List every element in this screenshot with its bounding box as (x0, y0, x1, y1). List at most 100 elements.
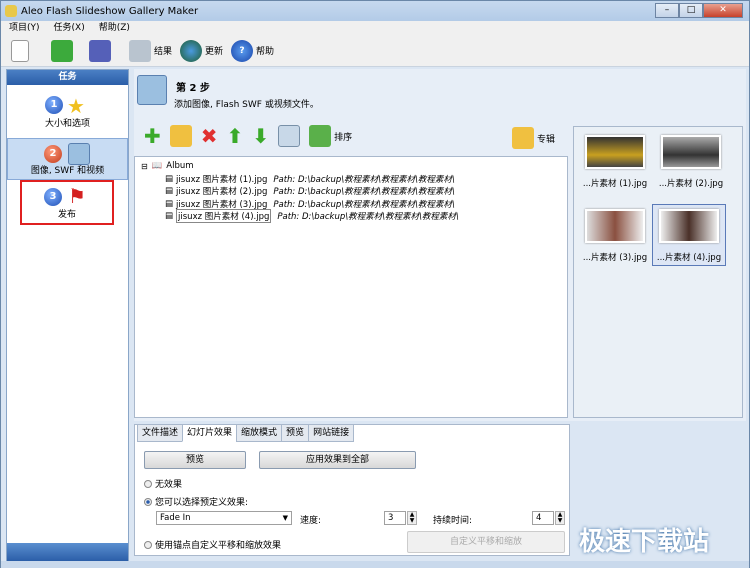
globe-icon (180, 39, 203, 62)
thumbnail[interactable]: ...片素材 (1).jpg (578, 135, 652, 189)
speed-input[interactable]: 3 (384, 511, 406, 525)
file-path: Path: D:\backup\教程素材\教程素材\教程素材\ (277, 212, 459, 223)
tree-item[interactable]: ▤ jisuxz 图片素材 (2).jpg Path: D:\backup\教程素材… (141, 185, 561, 198)
app-icon (5, 5, 17, 17)
tab-slide-effects[interactable]: 幻灯片效果 (182, 424, 238, 442)
duration-input[interactable]: 4 (532, 511, 554, 525)
open-icon[interactable] (51, 39, 73, 62)
step-description: 添加图像, Flash SWF 或视频文件。 (174, 100, 319, 110)
file-path: Path: D:\backup\教程素材\教程素材\教程素材\ (273, 199, 455, 210)
main-panel: 第 2 步 添加图像, Flash SWF 或视频文件。 ✚ ✖ ⬆ ⬇ 排序 … (134, 69, 746, 421)
thumbnail-panel: ...片素材 (1).jpg ...片素材 (2).jpg ...片素材 (3)… (573, 126, 743, 418)
tree-item[interactable]: ▤ jisuxz 图片素材 (1).jpg Path: D:\backup\教程素材… (141, 173, 561, 186)
effects-panel: 文件描述 幻灯片效果 缩放模式 预览 网站链接 预览 应用效果到全部 无效果 您… (134, 424, 570, 556)
album-icon: 📖 (151, 161, 163, 172)
move-up-icon[interactable]: ⬆ (227, 124, 244, 148)
tree-root[interactable]: ⊟ 📖 Album (141, 160, 561, 173)
tree-item[interactable]: ▤ jisuxz 图片素材 (4).jpg Path: D:\backup\教程素材… (141, 209, 561, 224)
tree-item[interactable]: ▤ jisuxz 图片素材 (3).jpg Path: D:\backup\教程素材… (141, 198, 561, 211)
menu-project[interactable]: 项目(Y) (9, 21, 40, 35)
maximize-button[interactable]: □ (679, 3, 703, 18)
file-name: jisuxz 图片素材 (3).jpg (176, 199, 268, 210)
thumbnail-selected[interactable]: ...片素材 (4).jpg (652, 204, 726, 266)
thumbnail-label: ...片素材 (2).jpg (658, 179, 724, 189)
step-title: 第 2 步 (176, 83, 210, 94)
thumbnail-image (661, 135, 721, 169)
predefined-effect-radio[interactable]: 您可以选择预定义效果: (144, 495, 248, 508)
menu-help[interactable]: 帮助(Z) (99, 21, 130, 35)
watermark: 极速下载站 (579, 527, 710, 557)
sort-button[interactable]: 排序 (309, 125, 352, 147)
tab-web-link[interactable]: 网站链接 (308, 424, 355, 442)
task-images[interactable]: 2 图像, SWF 和视频 (7, 138, 128, 180)
preview-button[interactable]: 预览 (144, 451, 246, 469)
move-down-icon[interactable]: ⬇ (252, 124, 269, 148)
thumbnail[interactable]: ...片素材 (3).jpg (578, 209, 652, 263)
thumbnail-image (585, 209, 645, 243)
file-icon: ▤ (165, 211, 174, 222)
no-effect-radio[interactable]: 无效果 (144, 477, 182, 490)
tab-file-description[interactable]: 文件描述 (137, 424, 184, 442)
add-image-icon (68, 143, 90, 165)
delete-icon[interactable]: ✖ (201, 124, 218, 148)
file-name: jisuxz 图片素材 (2).jpg (176, 187, 268, 198)
menu-task[interactable]: 任务(X) (54, 21, 85, 35)
duration-stepper[interactable]: ▲ ▼ (555, 511, 565, 525)
add-icon[interactable]: ✚ (144, 124, 161, 148)
add-folder-icon[interactable] (169, 125, 192, 147)
thumbnail-label: ...片素材 (4).jpg (656, 253, 722, 263)
results-label: 结果 (154, 47, 173, 57)
star-icon: ★ (67, 94, 85, 118)
tab-zoom-mode[interactable]: 缩放模式 (236, 424, 283, 442)
edit-image-icon[interactable] (278, 125, 301, 147)
close-button[interactable]: ✕ (703, 3, 743, 18)
minimize-button[interactable]: – (655, 3, 679, 18)
effect-select[interactable]: Fade In ▼ (156, 511, 292, 525)
collapse-icon[interactable]: ⊟ (141, 162, 148, 171)
app-window: Aleo Flash Slideshow Gallery Maker – □ ✕… (0, 0, 750, 568)
thumbnail-label: ...片素材 (1).jpg (582, 179, 648, 189)
apply-all-button[interactable]: 应用效果到全部 (259, 451, 416, 469)
update-button[interactable]: 更新 (180, 39, 223, 62)
results-button[interactable]: 结果 (129, 39, 173, 62)
step-1-badge: 1 (45, 96, 63, 114)
album-button[interactable]: 专辑 (512, 127, 555, 149)
save-icon[interactable] (89, 39, 111, 62)
file-icon: ▤ (165, 186, 174, 197)
speed-stepper[interactable]: ▲ ▼ (407, 511, 417, 525)
add-image-icon (137, 75, 167, 105)
tab-bar: 文件描述 幻灯片效果 缩放模式 预览 网站链接 (137, 424, 355, 442)
album-icon (512, 127, 534, 149)
file-actions: ✚ ✖ ⬆ ⬇ 排序 (144, 124, 352, 148)
radio-label: 您可以选择预定义效果: (155, 498, 249, 508)
menu-bar: 项目(Y) 任务(X) 帮助(Z) (1, 21, 749, 35)
task-panel: 任务 1 ★ 大小和选项 2 图像, SWF 和视频 3 ⚑ 发布 (6, 69, 129, 562)
new-file-icon[interactable] (11, 39, 29, 62)
task-size-options[interactable]: 1 ★ 大小和选项 (7, 90, 128, 132)
step-header: 第 2 步 添加图像, Flash SWF 或视频文件。 (134, 69, 746, 113)
radio-circle (144, 479, 152, 488)
task-label: 大小和选项 (44, 119, 90, 129)
status-bar (1, 561, 749, 568)
custom-pan-zoom-button[interactable]: 自定义平移和缩放 (407, 531, 565, 553)
task-publish[interactable]: 3 ⚑ 发布 (20, 180, 114, 225)
radio-circle (144, 540, 152, 549)
radio-circle (144, 497, 152, 506)
file-name: jisuxz 图片素材 (4).jpg (176, 209, 272, 224)
album-name: Album (166, 161, 194, 172)
radio-label: 使用锚点自定义平移和缩放效果 (155, 541, 282, 551)
file-icon: ▤ (165, 173, 174, 184)
file-name: jisuxz 图片素材 (1).jpg (176, 174, 268, 185)
task-label: 图像, SWF 和视频 (30, 166, 105, 176)
thumbnail[interactable]: ...片素材 (2).jpg (654, 135, 728, 189)
tab-preview[interactable]: 预览 (281, 424, 310, 442)
effect-value: Fade In (160, 513, 191, 523)
album-label: 专辑 (537, 134, 556, 145)
step-3-badge: 3 (44, 188, 62, 206)
task-header: 任务 (7, 70, 128, 85)
help-button[interactable]: ? 帮助 (231, 39, 274, 62)
file-icon: ▤ (165, 198, 174, 209)
custom-effect-radio[interactable]: 使用锚点自定义平移和缩放效果 (144, 538, 281, 551)
panel-footer (7, 543, 128, 561)
speed-label: 速度: (300, 516, 322, 526)
